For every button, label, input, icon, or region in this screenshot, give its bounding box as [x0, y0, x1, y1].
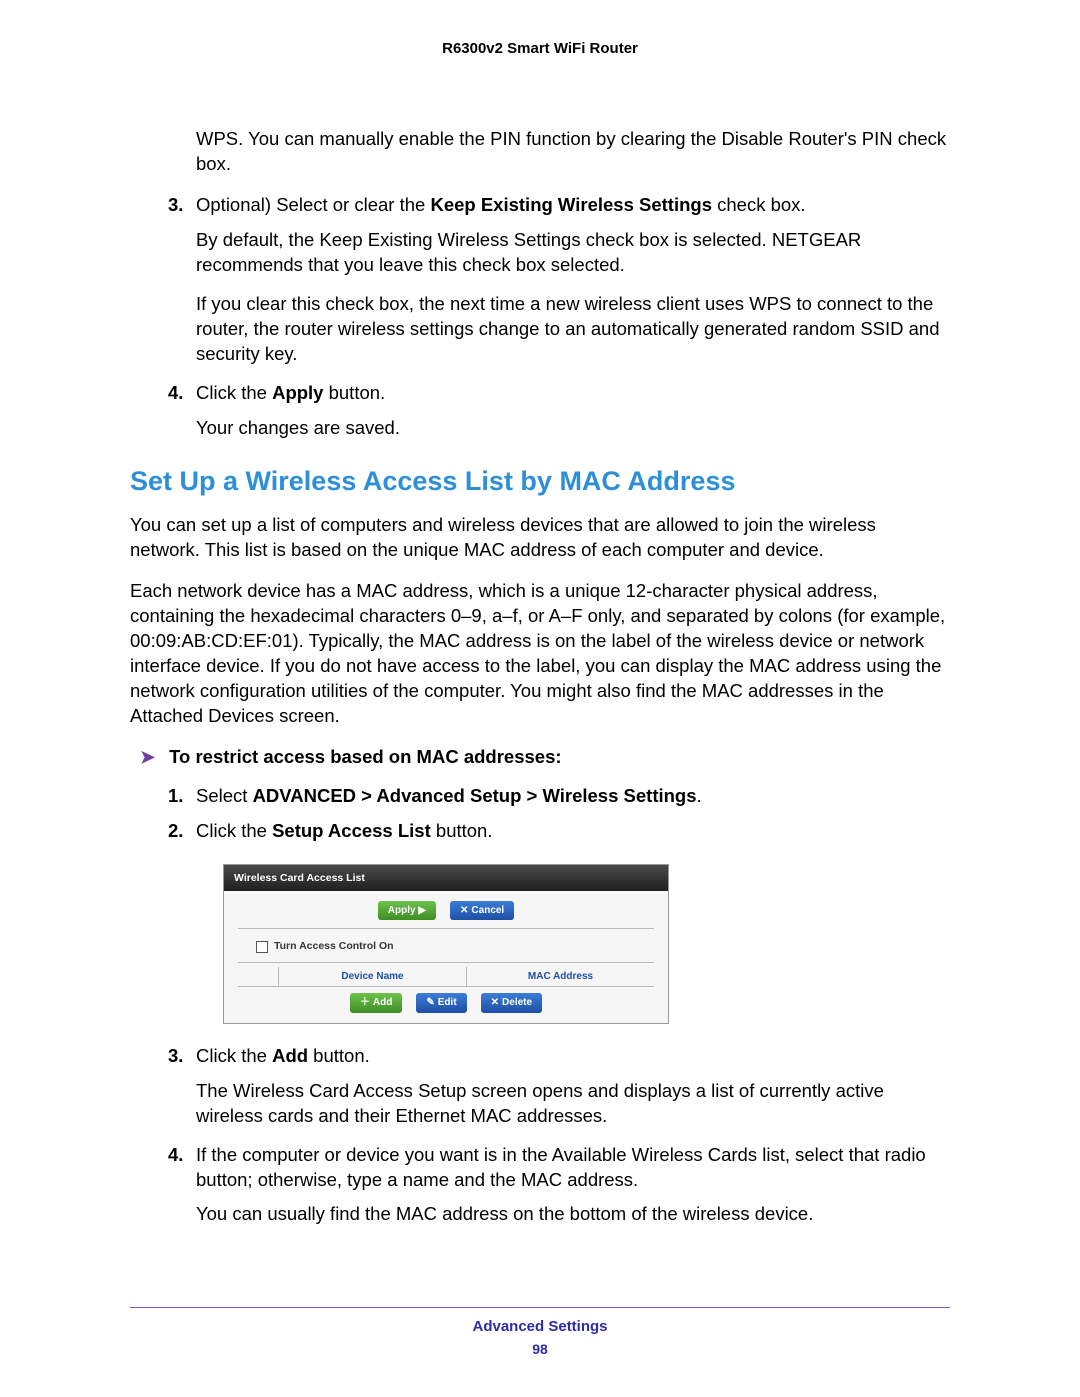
step-number: 1. [168, 784, 196, 809]
footer-page-number: 98 [130, 1341, 950, 1357]
device-table: Device Name MAC Address [238, 967, 654, 988]
cancel-label: Cancel [471, 904, 504, 918]
checkbox-label: Turn Access Control On [274, 940, 394, 952]
delete-button[interactable]: ✕Delete [481, 993, 542, 1013]
col-mac-address: MAC Address [467, 967, 654, 987]
page-footer: Advanced Settings 98 [130, 1307, 950, 1357]
x-icon: ✕ [491, 996, 499, 1010]
add-button[interactable]: ＋Add [350, 993, 402, 1013]
step-text: Click the Apply button. [196, 381, 950, 406]
bold-term: Add [272, 1045, 308, 1066]
checkbox[interactable] [256, 941, 268, 953]
step-number: 3. [168, 193, 196, 218]
text: Click the [196, 1045, 272, 1066]
text: button. [308, 1045, 370, 1066]
task-step-3: 3. Click the Add button. [168, 1044, 950, 1069]
task-step-4-note: You can usually find the MAC address on … [196, 1202, 950, 1227]
step-4-note: Your changes are saved. [196, 416, 950, 441]
section-paragraph-2: Each network device has a MAC address, w… [130, 579, 950, 729]
step-3: 3. Optional) Select or clear the Keep Ex… [168, 193, 950, 218]
x-icon: ✕ [460, 904, 468, 918]
task-step-3-note: The Wireless Card Access Setup screen op… [196, 1079, 950, 1129]
step-3-note-2: If you clear this check box, the next ti… [196, 292, 950, 367]
bold-term: ADVANCED > Advanced Setup > Wireless Set… [253, 785, 697, 806]
panel-bottom-buttons: ＋Add ✎ Edit ✕Delete [238, 987, 654, 1023]
text: button. [431, 820, 493, 841]
add-label: Add [373, 996, 392, 1010]
step-text: Click the Add button. [196, 1044, 950, 1069]
edit-button[interactable]: ✎ Edit [416, 993, 466, 1013]
apply-label: Apply ▶ [388, 904, 426, 918]
text: check box. [712, 194, 806, 215]
step-number: 2. [168, 819, 196, 844]
document-header: R6300v2 Smart WiFi Router [130, 40, 950, 57]
bold-term: Keep Existing Wireless Settings [430, 194, 712, 215]
access-control-checkbox-row: Turn Access Control On [238, 929, 654, 962]
text: . [697, 785, 702, 806]
step-number: 4. [168, 1143, 196, 1193]
pencil-icon: ✎ [426, 996, 434, 1010]
text: button. [323, 382, 385, 403]
apply-button[interactable]: Apply ▶ [378, 901, 436, 921]
step-3-note-1: By default, the Keep Existing Wireless S… [196, 228, 950, 278]
cancel-button[interactable]: ✕Cancel [450, 901, 514, 921]
step-number: 4. [168, 381, 196, 406]
text: Select [196, 785, 253, 806]
step-text: Optional) Select or clear the Keep Exist… [196, 193, 950, 218]
text: Click the [196, 820, 272, 841]
task-step-1: 1. Select ADVANCED > Advanced Setup > Wi… [168, 784, 950, 809]
bold-term: Apply [272, 382, 323, 403]
document-page: R6300v2 Smart WiFi Router WPS. You can m… [0, 0, 1080, 1397]
col-select [238, 967, 279, 987]
footer-rule [130, 1307, 950, 1308]
task-step-4: 4. If the computer or device you want is… [168, 1143, 950, 1193]
delete-label: Delete [502, 996, 532, 1010]
step-text: Click the Setup Access List button. [196, 819, 950, 844]
table-header: Device Name MAC Address [238, 967, 654, 988]
body-content: WPS. You can manually enable the PIN fun… [130, 127, 950, 1227]
bold-term: Setup Access List [272, 820, 431, 841]
step-number: 3. [168, 1044, 196, 1069]
text: Click the [196, 382, 272, 403]
wireless-access-list-panel: Wireless Card Access List Apply ▶ ✕Cance… [223, 864, 669, 1024]
task-title: To restrict access based on MAC addresse… [169, 745, 561, 770]
text: Optional) Select or clear the [196, 194, 430, 215]
step-text: Select ADVANCED > Advanced Setup > Wirel… [196, 784, 950, 809]
col-device-name: Device Name [279, 967, 467, 987]
section-paragraph-1: You can set up a list of computers and w… [130, 513, 950, 563]
plus-icon: ＋ [360, 996, 370, 1010]
chevron-right-icon: ➤ [140, 745, 155, 769]
section-heading: Set Up a Wireless Access List by MAC Add… [130, 463, 950, 499]
edit-label: Edit [438, 996, 457, 1010]
task-step-2: 2. Click the Setup Access List button. [168, 819, 950, 844]
task-heading: ➤ To restrict access based on MAC addres… [140, 745, 950, 770]
footer-section-name: Advanced Settings [130, 1318, 950, 1335]
continuation-paragraph: WPS. You can manually enable the PIN fun… [196, 127, 950, 177]
step-text: If the computer or device you want is in… [196, 1143, 950, 1193]
panel-title: Wireless Card Access List [224, 865, 668, 891]
step-4: 4. Click the Apply button. [168, 381, 950, 406]
panel-top-buttons: Apply ▶ ✕Cancel [238, 891, 654, 930]
